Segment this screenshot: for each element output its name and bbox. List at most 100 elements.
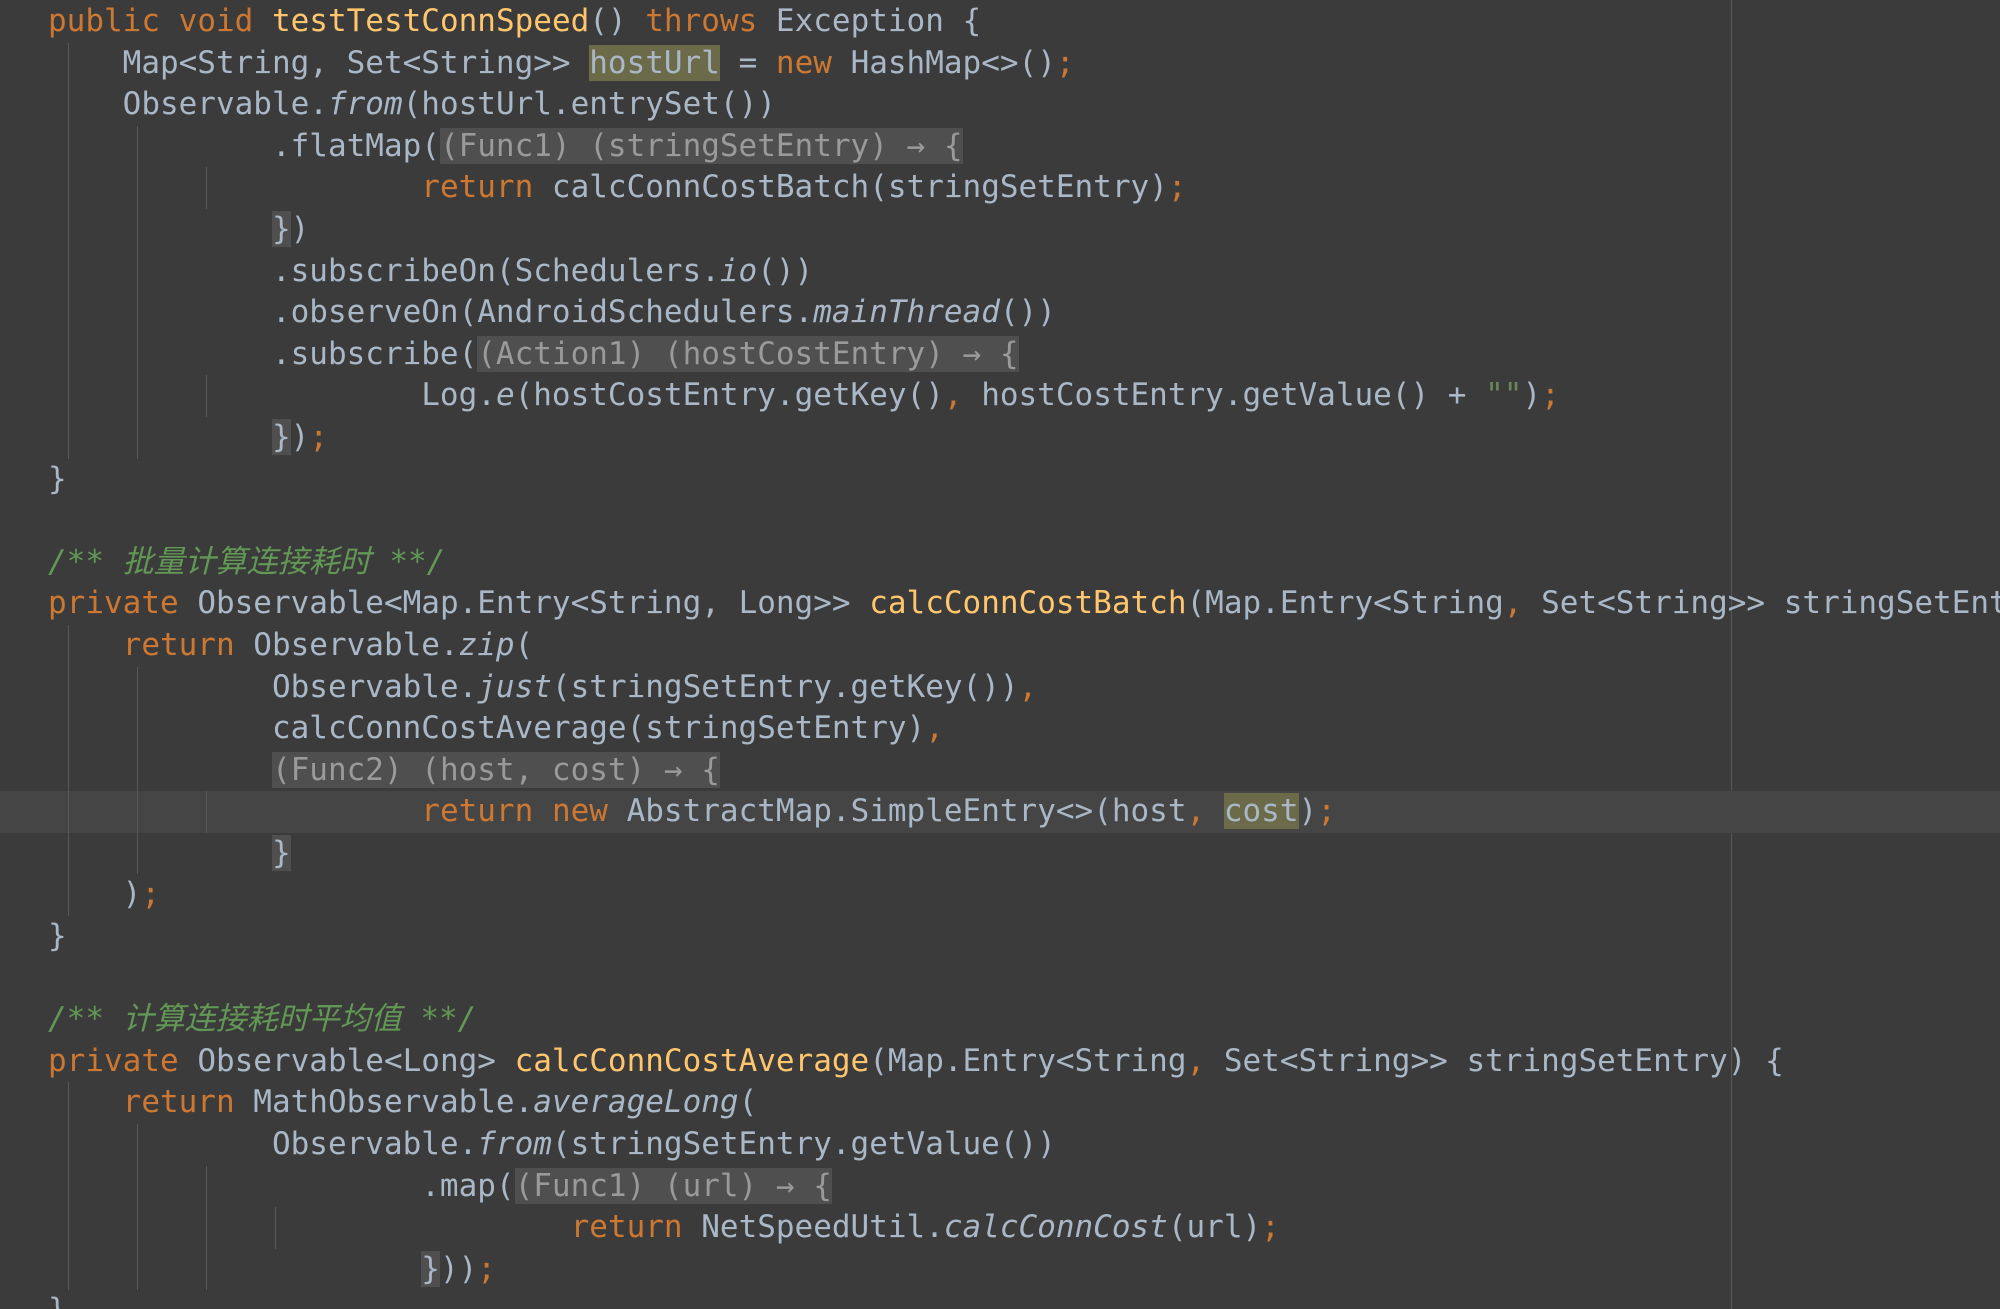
code-line-text: .flatMap((Func1) (stringSetEntry) → {: [48, 127, 963, 164]
code-line[interactable]: Observable.from(stringSetEntry.getValue(…: [0, 1124, 2000, 1166]
code-line[interactable]: }: [0, 459, 2000, 501]
code-token-kw: new: [775, 44, 832, 81]
code-editor[interactable]: public void testTestConnSpeed() throws E…: [0, 0, 2000, 1309]
code-line-text: return NetSpeedUtil.calcConnCost(url);: [48, 1209, 1280, 1245]
code-line[interactable]: }: [0, 832, 2000, 875]
code-line-text: }: [48, 1292, 67, 1309]
code-token-kw: void: [178, 3, 254, 39]
code-token-stat: just: [477, 668, 552, 705]
code-line[interactable]: });: [0, 416, 2000, 459]
code-token-stat: calcConnCost: [943, 1209, 1168, 1246]
code-token-kw: return: [570, 1209, 683, 1246]
code-line[interactable]: Observable.just(stringSetEntry.getKey())…: [0, 666, 2000, 709]
code-token-id: }: [48, 460, 67, 497]
code-line[interactable]: (Func2) (host, cost) → {: [0, 749, 2000, 792]
code-token-id: ()): [757, 252, 814, 289]
code-token-id: )): [439, 1250, 478, 1287]
code-line[interactable]: return calcConnCostBatch(stringSetEntry)…: [0, 167, 2000, 209]
code-line[interactable]: return NetSpeedUtil.calcConnCost(url);: [0, 1207, 2000, 1249]
code-token-id: hostCostEntry.getValue() +: [962, 377, 1486, 414]
code-text-area[interactable]: public void testTestConnSpeed() throws E…: [0, 0, 2000, 1309]
code-line[interactable]: Observable.from(hostUrl.entrySet()): [0, 84, 2000, 126]
code-token-kw: return: [421, 169, 534, 206]
code-token-sem: ,: [925, 710, 944, 747]
code-line[interactable]: }: [0, 916, 2000, 958]
code-line[interactable]: calcConnCostAverage(stringSetEntry),: [0, 708, 2000, 750]
code-line[interactable]: return new AbstractMap.SimpleEntry<>(hos…: [0, 791, 2000, 833]
code-line[interactable]: Map<String, Set<String>> hostUrl = new H…: [0, 42, 2000, 85]
code-line[interactable]: .subscribe((Action1) (hostCostEntry) → {: [0, 333, 2000, 376]
code-token-id: Set<String>> stringSetEntry) {: [1541, 585, 2000, 622]
code-token-cmt: /** 批量计算连接耗时 **/: [48, 543, 446, 580]
code-token-sem: ;: [141, 876, 160, 913]
code-token-id: [160, 3, 179, 39]
code-line[interactable]: /** 批量计算连接耗时 **/: [0, 542, 2000, 584]
code-line[interactable]: .map((Func1) (url) → {: [0, 1165, 2000, 1208]
code-line-text: public void testTestConnSpeed() throws E…: [48, 3, 981, 39]
code-token-id: (stringSetEntry.getValue()): [551, 1126, 1056, 1163]
code-line[interactable]: Log.e(hostCostEntry.getKey(), hostCostEn…: [0, 375, 2000, 417]
code-token-id: [48, 627, 123, 663]
code-line[interactable]: return Observable.zip(: [0, 624, 2000, 667]
code-token-id: MathObservable.: [234, 1084, 534, 1121]
code-token-sem: ,: [1186, 1042, 1206, 1079]
code-line-text: }: [48, 834, 291, 871]
code-line-text: }): [48, 210, 309, 247]
code-token-id: Observable.: [48, 86, 328, 123]
code-token-id: [48, 211, 272, 247]
code-line[interactable]: }): [0, 208, 2000, 251]
code-token-sem: ,: [1503, 585, 1523, 622]
code-line-text: Log.e(hostCostEntry.getKey(), hostCostEn…: [48, 377, 1560, 413]
code-token-id: calcConnCostBatch(stringSetEntry): [533, 169, 1168, 206]
code-line-text: return new AbstractMap.SimpleEntry<>(hos…: [48, 793, 1336, 830]
code-token-id: .subscribeOn(Schedulers.: [48, 252, 720, 289]
code-line[interactable]: public void testTestConnSpeed() throws E…: [0, 1, 2000, 43]
code-token-id: [253, 3, 272, 39]
code-line[interactable]: /** 计算连接耗时平均值 **/: [0, 999, 2000, 1041]
code-token-id: (): [589, 3, 646, 39]
code-line[interactable]: return MathObservable.averageLong(: [0, 1082, 2000, 1125]
code-token-sem: ;: [1317, 793, 1336, 830]
code-line[interactable]: private Observable<Map.Entry<String, Lon…: [0, 583, 2000, 625]
code-line[interactable]: [0, 958, 2000, 1000]
code-token-hintbg: (Func2) (host, cost) → {: [271, 751, 720, 788]
code-line-text: private Observable<Long> calcConnCostAve…: [48, 1043, 1784, 1079]
code-token-sem: ;: [1541, 377, 1560, 414]
code-token-id: Observable.: [48, 1126, 478, 1163]
code-token-brace: }: [271, 418, 291, 455]
code-line-text: }: [48, 918, 67, 954]
code-token-id: }: [48, 918, 67, 955]
code-token-id: (hostUrl.entrySet()): [402, 86, 776, 123]
code-token-stat: from: [327, 86, 403, 123]
code-line[interactable]: private Observable<Long> calcConnCostAve…: [0, 1041, 2000, 1083]
code-token-id: [48, 835, 272, 871]
code-token-id: ): [1522, 377, 1542, 414]
code-line[interactable]: }));: [0, 1248, 2000, 1291]
code-token-id: [48, 1209, 571, 1245]
code-line-text: Observable.from(hostUrl.entrySet()): [48, 86, 776, 122]
code-token-id: [1205, 793, 1224, 829]
code-token-stat: averageLong: [533, 1084, 739, 1121]
code-token-usage: cost: [1223, 793, 1299, 830]
code-token-id: .flatMap(: [48, 127, 440, 164]
code-line[interactable]: .flatMap((Func1) (stringSetEntry) → {: [0, 125, 2000, 168]
code-token-id: ()): [999, 294, 1056, 331]
code-token-id: }: [48, 1292, 67, 1309]
code-token-id: [533, 793, 552, 829]
code-line[interactable]: }: [0, 1290, 2000, 1309]
code-token-stat: e: [495, 377, 515, 414]
code-token-sem: ;: [1055, 44, 1075, 81]
code-line[interactable]: .subscribeOn(Schedulers.io()): [0, 250, 2000, 293]
code-token-id: [48, 1084, 123, 1120]
code-line-text: });: [48, 418, 328, 455]
code-line[interactable]: [0, 500, 2000, 542]
code-token-hintbg: (Func1) (stringSetEntry) → {: [439, 127, 963, 164]
code-line-text: return MathObservable.averageLong(: [48, 1084, 758, 1121]
code-token-str: "": [1485, 377, 1523, 414]
code-token-brace: }: [421, 1250, 440, 1287]
code-line[interactable]: .observeOn(AndroidSchedulers.mainThread(…: [0, 292, 2000, 334]
code-token-sem: ;: [1167, 169, 1187, 206]
code-token-stat: io: [719, 252, 758, 289]
code-line[interactable]: );: [0, 874, 2000, 917]
code-token-id: (stringSetEntry.getKey()): [551, 668, 1019, 705]
